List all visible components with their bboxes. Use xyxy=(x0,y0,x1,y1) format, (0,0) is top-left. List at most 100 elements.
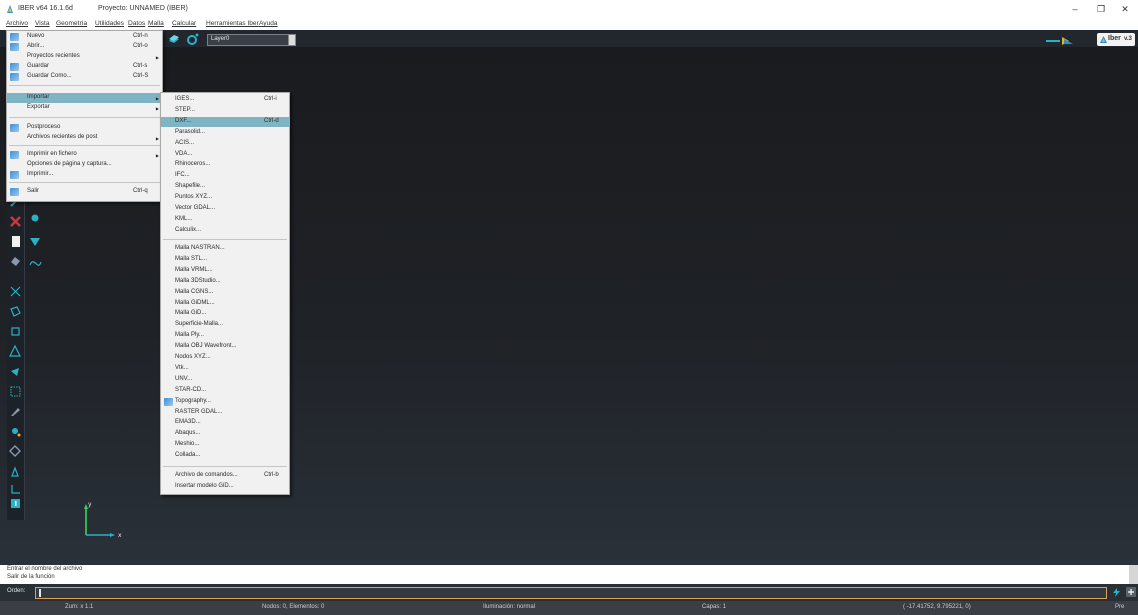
layer-color-icon[interactable] xyxy=(186,32,200,45)
menu-item-nuevo[interactable]: Nuevo Ctrl-n xyxy=(7,32,162,42)
surface-tool-icon[interactable] xyxy=(9,255,22,268)
menu-item-shortcut: Ctrl-o xyxy=(133,43,148,49)
restore-button[interactable]: ❐ xyxy=(1094,3,1108,15)
menu-item-label: Vtk... xyxy=(175,364,189,371)
diamond-tool-icon[interactable] xyxy=(9,445,22,458)
menu-item-malla-gidml[interactable]: Malla GiDML... xyxy=(161,299,289,309)
menu-item-vtk[interactable]: Vtk... xyxy=(161,364,289,374)
menu-item-calculix[interactable]: Calculix... xyxy=(161,226,289,236)
menu-item-imprimir[interactable]: Imprimir... xyxy=(7,170,162,180)
close-button[interactable]: ✕ xyxy=(1118,3,1132,15)
importar-submenu: IGES... Ctrl-i STEP... DXF... Ctrl-d Parasoli… xyxy=(160,92,290,495)
menu-item-guardar-como[interactable]: Guardar Como... Ctrl-S xyxy=(7,72,162,82)
menu-geometria[interactable]: Geometría xyxy=(56,20,87,27)
menu-item-proyectos-recientes[interactable]: Proyectos recientes ▶ xyxy=(7,52,162,62)
menu-item-importar[interactable]: Importar ▶ xyxy=(7,93,162,103)
menu-herramientas-iber[interactable]: Herramientas Iber xyxy=(206,20,259,27)
intersect-icon[interactable] xyxy=(9,285,22,298)
menu-item-malla-stl[interactable]: Malla STL... xyxy=(161,255,289,265)
menu-item-vda[interactable]: VDA... xyxy=(161,150,289,160)
menu-item-malla-vrml[interactable]: Malla VRML... xyxy=(161,266,289,276)
grid-select-icon[interactable] xyxy=(9,385,22,398)
menu-ayuda[interactable]: Ayuda xyxy=(259,20,278,27)
layer-dropdown-arrow[interactable] xyxy=(288,34,296,46)
menu-item-puntos-xyz[interactable]: Puntos XYZ... xyxy=(161,193,289,203)
menu-item-label: Malla GiD... xyxy=(175,310,207,317)
menu-item-malla-obj-wavefront[interactable]: Malla OBJ Wavefront... xyxy=(161,342,289,352)
menu-datos[interactable]: Datos xyxy=(128,20,145,27)
menu-item-dxf[interactable]: DXF... Ctrl-d xyxy=(161,116,289,127)
menu-item-insertar-modelo-gid[interactable]: Insertar modelo GiD... xyxy=(161,482,289,492)
menu-item-archivos-recientes-de-post[interactable]: Archivos recientes de post ▶ xyxy=(7,133,162,143)
menu-item-label: UNV... xyxy=(175,375,193,382)
menu-item-archivo-de-comandos[interactable]: Archivo de comandos... Ctrl-b xyxy=(161,471,289,481)
menu-item-malla-nastran[interactable]: Malla NASTRAN... xyxy=(161,244,289,254)
triangle-tool-icon[interactable] xyxy=(9,465,22,478)
layers-icon[interactable] xyxy=(168,34,180,44)
menu-item-star-cd[interactable]: STAR-CD... xyxy=(161,386,289,396)
menu-item-malla-cgns[interactable]: Malla CGNS... xyxy=(161,288,289,298)
menu-item-salir[interactable]: Salir Ctrl-q xyxy=(7,187,162,197)
menu-item-label: Malla CGNS... xyxy=(175,288,214,295)
menu-item-rhinoceros[interactable]: Rhinoceros... xyxy=(161,160,289,170)
menu-item-acis[interactable]: ACIS... xyxy=(161,139,289,149)
menu-item-opciones-de-pagina-y-captura[interactable]: Opciones de página y captura... xyxy=(7,160,162,170)
delete-icon[interactable] xyxy=(9,215,22,228)
menu-item-kml[interactable]: KML... xyxy=(161,215,289,225)
menu-item-parasolid[interactable]: Parasolid... xyxy=(161,128,289,138)
menu-item-imprimir-en-fichero[interactable]: Imprimir en fichero ▶ xyxy=(7,150,162,160)
document-icon[interactable] xyxy=(9,235,22,248)
menu-item-malla-gid[interactable]: Malla GiD... xyxy=(161,309,289,319)
menu-archivo[interactable]: Archivo xyxy=(6,20,28,27)
menu-item-shapefile[interactable]: Shapefile... xyxy=(161,182,289,192)
menu-item-raster-gdal[interactable]: RASTER GDAL... xyxy=(161,408,289,418)
menu-item-shortcut: Ctrl-S xyxy=(133,73,149,79)
menu-item-ifc[interactable]: IFC... xyxy=(161,171,289,181)
layer-select[interactable]: Layer0 xyxy=(207,34,289,46)
menu-item-label: STAR-CD... xyxy=(175,386,207,393)
menu-item-topography[interactable]: Topography... xyxy=(161,397,289,407)
menu-item-guardar[interactable]: Guardar Ctrl-s xyxy=(7,62,162,72)
menu-item-iges[interactable]: IGES... Ctrl-i xyxy=(161,95,289,105)
menu-bar: Archivo Vista Geometría Utilidades Datos… xyxy=(0,19,1138,30)
command-input[interactable] xyxy=(35,587,1107,599)
volume-tool-icon[interactable] xyxy=(9,305,22,318)
edit-tool-icon[interactable] xyxy=(9,405,22,418)
move-tool-icon[interactable] xyxy=(9,365,22,378)
menu-item-label: Vector GDAL... xyxy=(175,205,216,211)
menu-item-exportar[interactable]: Exportar ▶ xyxy=(7,103,162,113)
menu-item-superficie-malla[interactable]: Superficie-Malla... xyxy=(161,320,289,330)
message-scrollbar[interactable] xyxy=(1129,565,1138,584)
menu-vista[interactable]: Vista xyxy=(35,20,50,27)
menu-item-malla-3dstudio[interactable]: Malla 3DStudio... xyxy=(161,277,289,287)
menu-item-step[interactable]: STEP... xyxy=(161,106,289,116)
menu-item-postproceso[interactable]: Postproceso xyxy=(7,123,162,133)
menu-utilidades[interactable]: Utilidades xyxy=(95,20,124,27)
menu-item-abrir[interactable]: Abrir... Ctrl-o xyxy=(7,42,162,52)
menu-item-abaqus[interactable]: Abaqus... xyxy=(161,429,289,439)
menu-item-ema3d[interactable]: EMA3D... xyxy=(161,418,289,428)
menu-item-meshio[interactable]: Meshio... xyxy=(161,440,289,450)
menu-item-label: Malla VRML... xyxy=(175,266,213,273)
menu-item-label: Malla STL... xyxy=(175,255,208,262)
mesh-tool-icon[interactable] xyxy=(9,345,22,358)
menu-item-nodos-xyz[interactable]: Nodos XYZ... xyxy=(161,353,289,363)
menu-item-collada[interactable]: Collada... xyxy=(161,451,289,461)
menu-calcular[interactable]: Calcular xyxy=(172,20,196,27)
node-tool-icon[interactable] xyxy=(9,425,22,438)
menu-item-label: STEP... xyxy=(175,106,195,113)
minimize-button[interactable]: – xyxy=(1068,3,1082,15)
box-tool-icon[interactable] xyxy=(9,325,22,338)
expand-icon[interactable] xyxy=(1126,587,1136,597)
menu-item-vector-gdal[interactable]: Vector GDAL... xyxy=(161,204,289,214)
menu-item-label: Imprimir en fichero xyxy=(27,151,77,157)
axes-tool-icon[interactable] xyxy=(9,483,22,496)
lightning-icon[interactable] xyxy=(1112,588,1121,597)
menu-malla[interactable]: Malla xyxy=(148,20,164,27)
menu-item-label: Calculix... xyxy=(175,226,202,233)
menu-item-malla-ply[interactable]: Malla Ply... xyxy=(161,331,289,341)
info-tool-icon[interactable] xyxy=(9,497,22,510)
menu-item-unv[interactable]: UNV... xyxy=(161,375,289,385)
status-message-2: Salir de la función xyxy=(7,574,55,580)
side-tools-icon[interactable] xyxy=(26,190,44,290)
